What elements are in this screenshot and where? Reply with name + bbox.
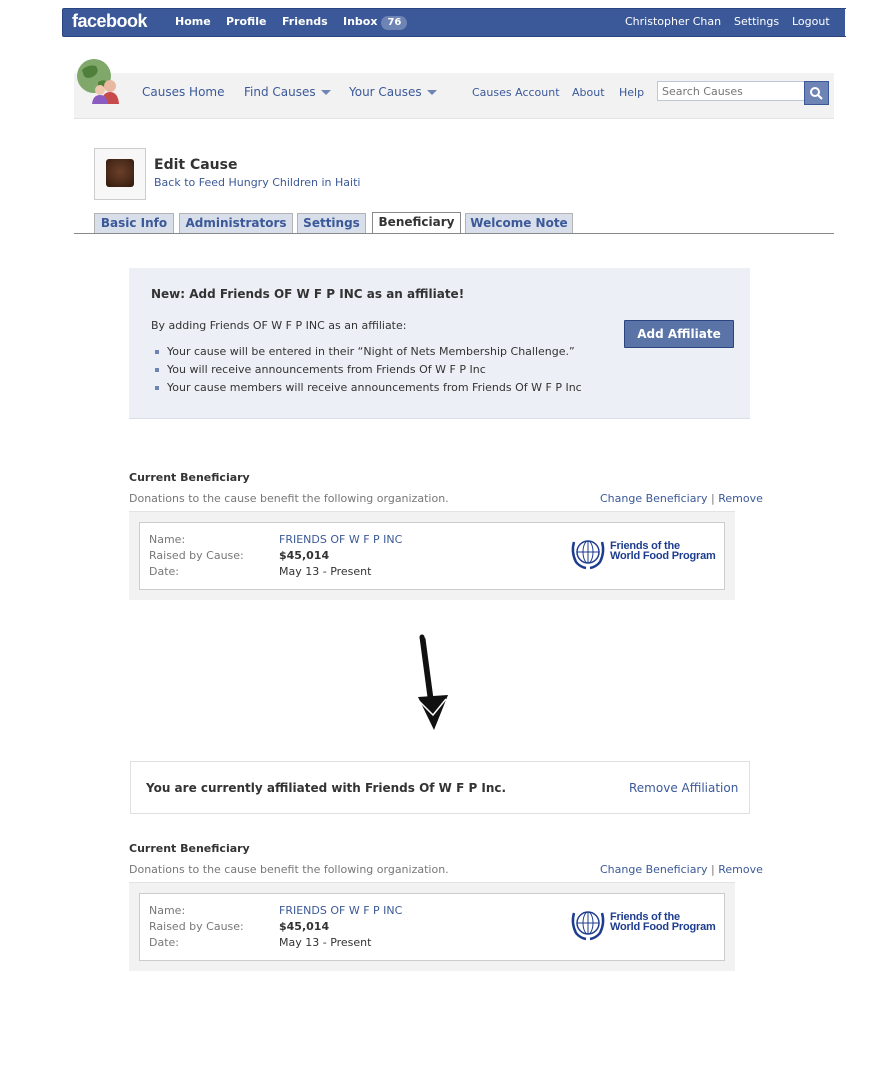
facebook-logo[interactable]: facebook	[72, 11, 148, 32]
affiliate-bullet-text: Your cause members will receive announce…	[167, 381, 582, 394]
down-arrow-icon	[418, 634, 448, 730]
causes-globe-icon[interactable]	[74, 56, 124, 106]
date-label: Date:	[149, 565, 179, 578]
tab-settings[interactable]: Settings	[297, 213, 366, 233]
raised-amount: $45,014	[279, 920, 330, 933]
nav-friends[interactable]: Friends	[282, 15, 328, 28]
beneficiary-actions: Change Beneficiary | Remove	[600, 492, 763, 505]
change-beneficiary-link[interactable]: Change Beneficiary	[600, 863, 707, 876]
search-icon	[810, 87, 823, 100]
beneficiary-card: Name: Raised by Cause: Date: FRIENDS OF …	[139, 522, 725, 590]
beneficiary-date: May 13 - Present	[279, 565, 372, 578]
wfp-logo-text: Friends of the World Food Program	[610, 541, 716, 562]
wfp-logo: Friends of the World Food Program	[568, 534, 718, 570]
beneficiary-name-link[interactable]: FRIENDS OF W F P INC	[279, 533, 402, 546]
un-emblem-icon	[571, 540, 605, 570]
wfp-logo: Friends of the World Food Program	[568, 905, 718, 941]
beneficiary-name-link[interactable]: FRIENDS OF W F P INC	[279, 904, 402, 917]
un-emblem-icon	[571, 911, 605, 941]
remove-beneficiary-link[interactable]: Remove	[718, 863, 763, 876]
actions-separator: |	[710, 492, 715, 505]
beneficiary-subtitle: Donations to the cause benefit the follo…	[129, 492, 449, 505]
beneficiary-panel: Name: Raised by Cause: Date: FRIENDS OF …	[129, 511, 735, 600]
wfp-logo-line: World Food Program	[610, 550, 716, 562]
remove-affiliation-link[interactable]: Remove Affiliation	[629, 781, 738, 795]
beneficiary-card: Name: Raised by Cause: Date: FRIENDS OF …	[139, 893, 725, 961]
tab-welcome-note[interactable]: Welcome Note	[465, 213, 573, 233]
name-label: Name:	[149, 533, 186, 546]
inbox-count-badge: 76	[381, 16, 408, 30]
causes-account-link[interactable]: Causes Account	[472, 86, 560, 99]
affiliate-bullet: You will receive announcements from Frie…	[155, 363, 486, 376]
causes-home-link[interactable]: Causes Home	[142, 85, 224, 99]
change-beneficiary-link[interactable]: Change Beneficiary	[600, 492, 707, 505]
page-title: Edit Cause	[154, 157, 238, 173]
remove-beneficiary-link[interactable]: Remove	[718, 492, 763, 505]
current-beneficiary-title: Current Beneficiary	[129, 471, 250, 484]
affiliation-text: You are currently affiliated with Friend…	[146, 781, 507, 795]
find-causes-label: Find Causes	[244, 85, 316, 99]
tab-administrators[interactable]: Administrators	[179, 213, 293, 233]
date-label: Date:	[149, 936, 179, 949]
cause-photo	[106, 159, 134, 187]
nav-settings[interactable]: Settings	[734, 15, 779, 28]
your-causes-menu[interactable]: Your Causes	[349, 85, 437, 99]
find-causes-menu[interactable]: Find Causes	[244, 85, 331, 99]
search-button[interactable]	[804, 81, 829, 105]
name-label: Name:	[149, 904, 186, 917]
affiliate-title: New: Add Friends OF W F P INC as an affi…	[151, 287, 465, 301]
beneficiary-subtitle: Donations to the cause benefit the follo…	[129, 863, 449, 876]
beneficiary-date: May 13 - Present	[279, 936, 372, 949]
about-link[interactable]: About	[572, 86, 605, 99]
chevron-down-icon	[320, 90, 331, 95]
wfp-logo-line: World Food Program	[610, 921, 716, 933]
topbar-divider	[845, 9, 849, 36]
nav-user[interactable]: Christopher Chan	[625, 15, 721, 28]
back-to-cause-link[interactable]: Back to Feed Hungry Children in Haiti	[154, 176, 360, 189]
current-beneficiary-title: Current Beneficiary	[129, 842, 250, 855]
raised-amount: $45,014	[279, 549, 330, 562]
help-link[interactable]: Help	[619, 86, 644, 99]
nav-inbox-label: Inbox	[343, 15, 378, 28]
tab-beneficiary[interactable]: Beneficiary	[372, 212, 461, 234]
nav-inbox[interactable]: Inbox 76	[343, 15, 408, 30]
beneficiary-panel: Name: Raised by Cause: Date: FRIENDS OF …	[129, 882, 735, 971]
add-affiliate-button[interactable]: Add Affiliate	[624, 320, 734, 348]
tabs-divider	[74, 233, 834, 234]
beneficiary-actions: Change Beneficiary | Remove	[600, 863, 763, 876]
nav-logout[interactable]: Logout	[792, 15, 830, 28]
wfp-logo-text: Friends of the World Food Program	[610, 912, 716, 933]
search-causes-input[interactable]	[657, 81, 807, 101]
affiliate-bullet: Your cause will be entered in their “Nig…	[155, 345, 575, 358]
cause-thumbnail[interactable]	[94, 148, 146, 200]
affiliate-intro: By adding Friends OF W F P INC as an aff…	[151, 319, 407, 332]
raised-label: Raised by Cause:	[149, 549, 244, 562]
affiliate-bullet-text: Your cause will be entered in their “Nig…	[167, 345, 575, 358]
affiliation-notice: You are currently affiliated with Friend…	[130, 761, 750, 814]
actions-separator: |	[710, 863, 715, 876]
affiliate-bullet: Your cause members will receive announce…	[155, 381, 582, 394]
chevron-down-icon	[426, 90, 437, 95]
your-causes-label: Your Causes	[349, 85, 422, 99]
tab-basic-info[interactable]: Basic Info	[94, 213, 174, 233]
affiliate-promo-box: New: Add Friends OF W F P INC as an affi…	[129, 268, 750, 419]
nav-profile[interactable]: Profile	[226, 15, 266, 28]
nav-home[interactable]: Home	[175, 15, 211, 28]
affiliate-bullet-text: You will receive announcements from Frie…	[167, 363, 486, 376]
facebook-top-bar: facebook Home Profile Friends Inbox 76 Ch…	[62, 8, 849, 37]
raised-label: Raised by Cause:	[149, 920, 244, 933]
